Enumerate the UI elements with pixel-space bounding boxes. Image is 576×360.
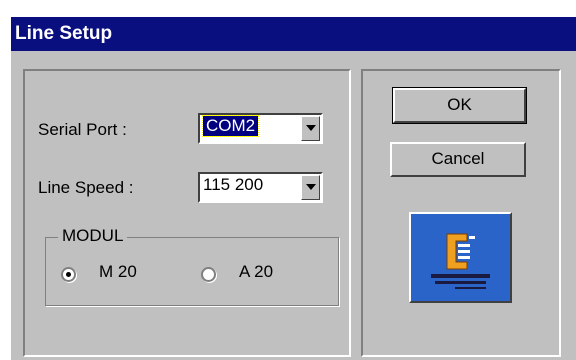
serial-port-combo[interactable]: COM2	[198, 113, 323, 144]
settings-panel: Serial Port : COM2 Line Speed : 115 200 …	[23, 69, 351, 357]
line-speed-combo[interactable]: 115 200	[198, 172, 323, 203]
cancel-button[interactable]: Cancel	[390, 142, 526, 177]
company-logo	[409, 212, 512, 303]
radio-a20-label[interactable]: A 20	[239, 262, 273, 282]
actions-panel: OK Cancel	[361, 69, 561, 357]
company-logo-icon	[411, 214, 510, 301]
radio-m20[interactable]	[61, 267, 76, 282]
cancel-button-label: Cancel	[431, 149, 485, 168]
serial-port-value: COM2	[201, 115, 260, 137]
serial-port-dropdown-button[interactable]	[301, 116, 320, 141]
serial-port-label: Serial Port :	[38, 120, 127, 139]
ok-button-label: OK	[447, 95, 472, 114]
line-speed-dropdown-button[interactable]	[301, 175, 320, 200]
line-speed-label: Line Speed :	[38, 178, 134, 197]
ok-button[interactable]: OK	[392, 87, 527, 124]
radio-m20-label[interactable]: M 20	[99, 262, 137, 282]
title-bar[interactable]: Line Setup	[11, 17, 576, 51]
modul-caption: MODUL	[58, 226, 128, 246]
chevron-down-icon	[306, 184, 316, 190]
modul-groupbox: MODUL M 20 A 20	[45, 226, 339, 306]
window-title: Line Setup	[15, 23, 113, 44]
line-setup-dialog: Line Setup Serial Port : COM2 Line Speed…	[9, 17, 576, 360]
radio-a20[interactable]	[201, 267, 216, 282]
line-speed-value: 115 200	[203, 175, 264, 194]
chevron-down-icon	[306, 125, 316, 131]
